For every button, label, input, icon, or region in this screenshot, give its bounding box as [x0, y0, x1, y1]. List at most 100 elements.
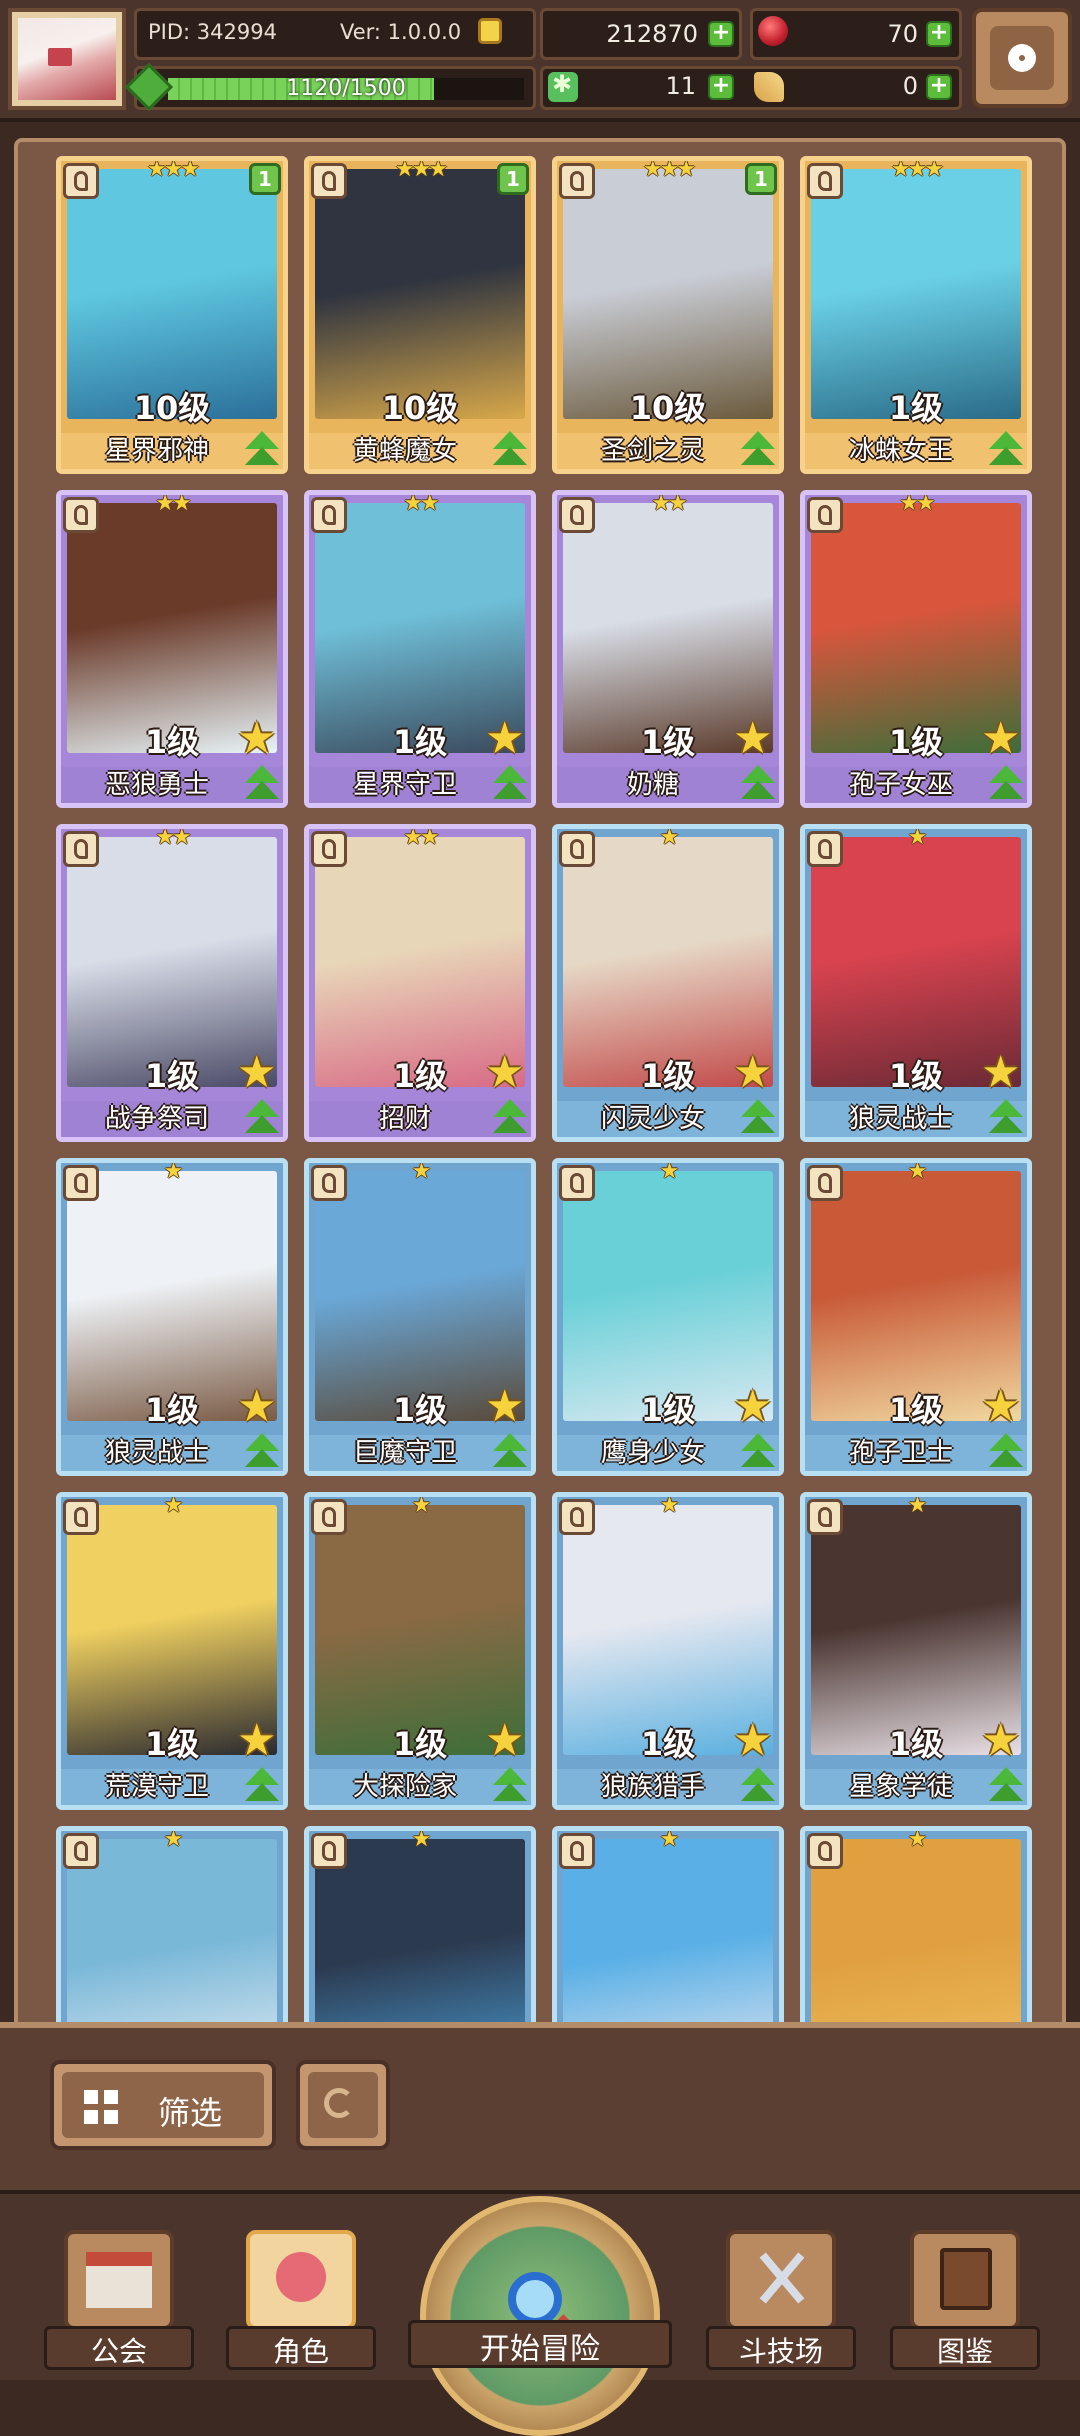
- hero-portrait: [67, 1839, 277, 2028]
- upgrade-arrow-icon[interactable]: [489, 1097, 531, 1137]
- character-icon: [276, 2252, 326, 2302]
- star-upgrade-icon[interactable]: ★: [733, 717, 777, 761]
- hero-card[interactable]: ★★★ 1 10级 星界邪神: [56, 156, 288, 474]
- hero-card[interactable]: ★: [304, 1826, 536, 2028]
- rarity-stars: ★★: [403, 825, 439, 850]
- upgrade-arrow-icon[interactable]: [985, 1431, 1027, 1471]
- reset-filter-button[interactable]: [296, 2060, 390, 2150]
- upgrade-arrow-icon[interactable]: [985, 1765, 1027, 1805]
- hero-card[interactable]: ★★★ 1 10级 圣剑之灵: [552, 156, 784, 474]
- hero-card[interactable]: ★: [56, 1826, 288, 2028]
- upgrade-arrow-icon[interactable]: [985, 1097, 1027, 1137]
- star-upgrade-icon[interactable]: ★: [485, 717, 529, 761]
- hero-card[interactable]: ★: [800, 1826, 1032, 2028]
- hero-card[interactable]: ★★ 1级 孢子女巫 ★: [800, 490, 1032, 808]
- add-coin-button[interactable]: +: [708, 21, 734, 47]
- gem-value: 70: [887, 20, 918, 48]
- hero-card[interactable]: ★ 1级 大探险家 ★: [304, 1492, 536, 1810]
- hero-card[interactable]: ★ 1级 星象学徒 ★: [800, 1492, 1032, 1810]
- start-adventure-button[interactable]: [420, 2196, 660, 2436]
- star-upgrade-icon[interactable]: ★: [981, 717, 1025, 761]
- rarity-stars: ★★: [155, 825, 191, 850]
- hero-card[interactable]: ★ 1级 孢子卫士 ★: [800, 1158, 1032, 1476]
- star-upgrade-icon[interactable]: ★: [237, 1719, 281, 1763]
- star-upgrade-icon[interactable]: ★: [733, 1719, 777, 1763]
- upgrade-arrow-icon[interactable]: [489, 429, 531, 469]
- add-gem-button[interactable]: +: [926, 21, 952, 47]
- hero-name: 星界守卫: [352, 770, 457, 800]
- settings-button[interactable]: [972, 8, 1072, 108]
- rarity-stars: ★★: [899, 491, 935, 516]
- upgrade-arrow-icon[interactable]: [241, 1431, 283, 1471]
- hero-name: 巨魔守卫: [352, 1438, 457, 1468]
- upgrade-arrow-icon[interactable]: [241, 1765, 283, 1805]
- hero-portrait: [811, 169, 1021, 419]
- star-upgrade-icon[interactable]: ★: [237, 1385, 281, 1429]
- hero-card[interactable]: ★ 1级 荒漠守卫 ★: [56, 1492, 288, 1810]
- hero-card[interactable]: ★: [552, 1826, 784, 2028]
- hero-card[interactable]: ★★ 1级 战争祭司 ★: [56, 824, 288, 1142]
- hero-card[interactable]: ★★ 1级 招财 ★: [304, 824, 536, 1142]
- coin-value: 212870: [606, 20, 698, 48]
- star-upgrade-icon[interactable]: ★: [237, 1051, 281, 1095]
- player-id: PID: 342994: [148, 20, 277, 44]
- hero-card[interactable]: ★★★ 1 10级 黄蜂魔女: [304, 156, 536, 474]
- nav-arena[interactable]: 斗技场: [706, 2230, 856, 2370]
- upgrade-arrow-icon[interactable]: [737, 1765, 779, 1805]
- count-badge: 1: [249, 163, 281, 195]
- rarity-stars: ★: [659, 825, 680, 850]
- upgrade-arrow-icon[interactable]: [985, 429, 1027, 469]
- hero-card[interactable]: ★★ 1级 奶糖 ★: [552, 490, 784, 808]
- upgrade-arrow-icon[interactable]: [737, 763, 779, 803]
- star-upgrade-icon[interactable]: ★: [485, 1051, 529, 1095]
- star-upgrade-icon[interactable]: ★: [733, 1051, 777, 1095]
- hero-card[interactable]: ★★★ 1级 冰蛛女王: [800, 156, 1032, 474]
- hero-card[interactable]: ★ 1级 狼灵战士 ★: [56, 1158, 288, 1476]
- nav-characters[interactable]: 角色: [226, 2230, 376, 2370]
- filter-button[interactable]: 筛选: [50, 2060, 276, 2150]
- rarity-stars: ★: [907, 1827, 928, 1852]
- hero-portrait: [563, 1839, 773, 2028]
- hero-card[interactable]: ★★ 1级 恶狼勇士 ★: [56, 490, 288, 808]
- nav-codex[interactable]: 图鉴: [890, 2230, 1040, 2370]
- upgrade-arrow-icon[interactable]: [489, 763, 531, 803]
- hero-name: 闪灵少女: [600, 1104, 705, 1134]
- feather-value: 0: [902, 72, 918, 100]
- star-upgrade-icon[interactable]: ★: [485, 1385, 529, 1429]
- hero-card[interactable]: ★ 1级 狼族猎手 ★: [552, 1492, 784, 1810]
- hero-card[interactable]: ★★ 1级 星界守卫 ★: [304, 490, 536, 808]
- star-upgrade-icon[interactable]: ★: [981, 1719, 1025, 1763]
- hero-name: 奶糖: [626, 770, 679, 800]
- upgrade-arrow-icon[interactable]: [737, 1431, 779, 1471]
- rarity-stars: ★: [163, 1493, 184, 1518]
- upgrade-arrow-icon[interactable]: [241, 1097, 283, 1137]
- hero-card[interactable]: ★ 1级 狼灵战士 ★: [800, 824, 1032, 1142]
- hero-card[interactable]: ★ 1级 闪灵少女 ★: [552, 824, 784, 1142]
- hero-card[interactable]: ★ 1级 巨魔守卫 ★: [304, 1158, 536, 1476]
- add-clover-button[interactable]: +: [708, 74, 734, 100]
- upgrade-arrow-icon[interactable]: [241, 763, 283, 803]
- star-upgrade-icon[interactable]: ★: [981, 1051, 1025, 1095]
- star-upgrade-icon[interactable]: ★: [485, 1719, 529, 1763]
- upgrade-arrow-icon[interactable]: [489, 1765, 531, 1805]
- upgrade-arrow-icon[interactable]: [985, 763, 1027, 803]
- star-upgrade-icon[interactable]: ★: [733, 1385, 777, 1429]
- crossed-swords-icon: [754, 2248, 810, 2308]
- upgrade-arrow-icon[interactable]: [737, 429, 779, 469]
- upgrade-arrow-icon[interactable]: [241, 429, 283, 469]
- upgrade-arrow-icon[interactable]: [737, 1097, 779, 1137]
- hero-grid[interactable]: ★★★ 1 10级 星界邪神 ★★★ 1 10级 黄蜂魔女 ★★★ 1 10级 圣剑之灵 ★★★ 1级 冰蛛…: [40, 148, 1050, 2028]
- add-feather-button[interactable]: +: [926, 74, 952, 100]
- nav-guild[interactable]: 公会: [44, 2230, 194, 2370]
- star-upgrade-icon[interactable]: ★: [237, 717, 281, 761]
- rarity-stars: ★★: [403, 491, 439, 516]
- exp-text: 1120/1500: [286, 76, 406, 101]
- star-upgrade-icon[interactable]: ★: [981, 1385, 1025, 1429]
- gear-icon: [1008, 44, 1036, 72]
- player-avatar[interactable]: [8, 8, 126, 110]
- upgrade-arrow-icon[interactable]: [489, 1431, 531, 1471]
- clover-value: 11: [665, 72, 696, 100]
- hero-card[interactable]: ★ 1级 鹰身少女 ★: [552, 1158, 784, 1476]
- hero-name: 冰蛛女王: [848, 436, 953, 466]
- count-badge: 1: [497, 163, 529, 195]
